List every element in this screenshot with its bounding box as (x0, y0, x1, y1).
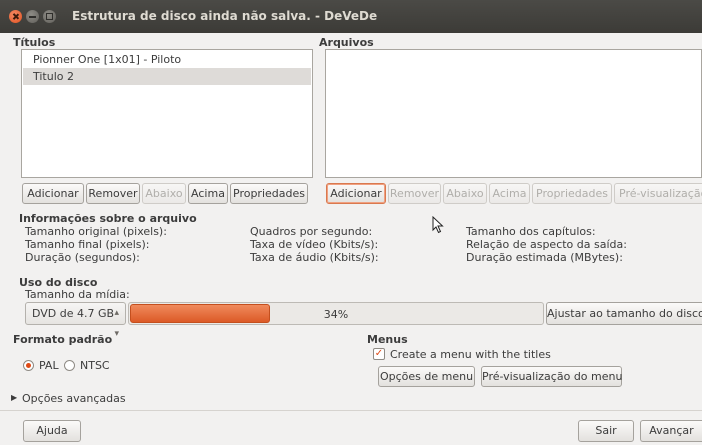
menus-label: Menus (367, 333, 408, 346)
create-menu-label: Create a menu with the titles (390, 348, 551, 361)
titles-label: Títulos (13, 36, 56, 49)
footer-separator (0, 410, 702, 411)
titles-properties-button[interactable]: Propriedades (230, 183, 308, 204)
disk-usage-bar: 34% (128, 302, 544, 325)
titles-list[interactable]: Pionner One [1x01] - Piloto Titulo 2 (21, 49, 313, 178)
quit-button[interactable]: Sair (578, 420, 634, 442)
format-label: Formato padrão (13, 333, 113, 346)
titles-remove-button[interactable]: Remover (86, 183, 140, 204)
title-item-selected[interactable]: Titulo 2 (23, 68, 311, 85)
expander-arrow-icon[interactable]: ▶ (11, 393, 17, 402)
spin-arrows-icon: ▴ ▾ (114, 308, 119, 339)
files-list[interactable] (325, 49, 702, 178)
title-bar[interactable]: Estrutura de disco ainda não salva. - De… (0, 0, 702, 33)
pal-radio[interactable] (23, 360, 34, 371)
audio-rate-label: Taxa de áudio (Kbits/s): (250, 251, 379, 264)
fit-disk-button[interactable]: Ajustar ao tamanho do disco (546, 302, 702, 325)
menu-options-button[interactable]: Opções de menu (378, 366, 475, 387)
disk-usage-text: 34% (323, 308, 349, 321)
duration-label: Duração (segundos): (25, 251, 140, 264)
maximize-icon[interactable] (43, 10, 56, 23)
menu-preview-button[interactable]: Pré-visualização do menu (481, 366, 622, 387)
ntsc-label: NTSC (80, 359, 110, 372)
minimize-icon[interactable] (26, 10, 39, 23)
create-menu-checkbox[interactable]: ✓ (373, 348, 385, 360)
window-title: Estrutura de disco ainda não salva. - De… (72, 9, 378, 23)
chapter-size-label: Tamanho dos capítulos: (466, 225, 596, 238)
titles-down-button[interactable]: Abaixo (142, 183, 186, 204)
files-up-button[interactable]: Acima (489, 183, 530, 204)
final-size-label: Tamanho final (pixels): (25, 238, 150, 251)
pal-label: PAL (39, 359, 59, 372)
files-label: Arquivos (319, 36, 374, 49)
help-button[interactable]: Ajuda (23, 420, 81, 442)
advanced-options-expander[interactable]: Opções avançadas (22, 392, 126, 405)
media-size-label: Tamanho da mídia: (25, 288, 130, 301)
aspect-ratio-label: Relação de aspecto da saída: (466, 238, 627, 251)
titles-up-button[interactable]: Acima (188, 183, 228, 204)
estimated-size-label: Duração estimada (MBytes): (466, 251, 623, 264)
titles-add-button[interactable]: Adicionar (22, 183, 84, 204)
files-add-button[interactable]: Adicionar (326, 183, 386, 204)
original-size-label: Tamanho original (pixels): (25, 225, 167, 238)
media-size-value: DVD de 4.7 GB (32, 307, 115, 320)
next-button[interactable]: Avançar (640, 420, 702, 442)
fps-label: Quadros por segundo: (250, 225, 373, 238)
files-properties-button[interactable]: Propriedades (532, 183, 612, 204)
file-info-label: Informações sobre o arquivo (19, 212, 197, 225)
files-down-button[interactable]: Abaixo (443, 183, 487, 204)
media-size-select[interactable]: DVD de 4.7 GB ▴ ▾ (25, 302, 126, 339)
ntsc-radio[interactable] (64, 360, 75, 371)
close-icon[interactable] (9, 10, 22, 23)
video-rate-label: Taxa de vídeo (Kbits/s): (250, 238, 379, 251)
mouse-cursor-icon (432, 216, 444, 234)
files-preview-button[interactable]: Pré-visualização (614, 183, 702, 204)
files-remove-button[interactable]: Remover (388, 183, 441, 204)
title-item[interactable]: Pionner One [1x01] - Piloto (23, 51, 311, 68)
